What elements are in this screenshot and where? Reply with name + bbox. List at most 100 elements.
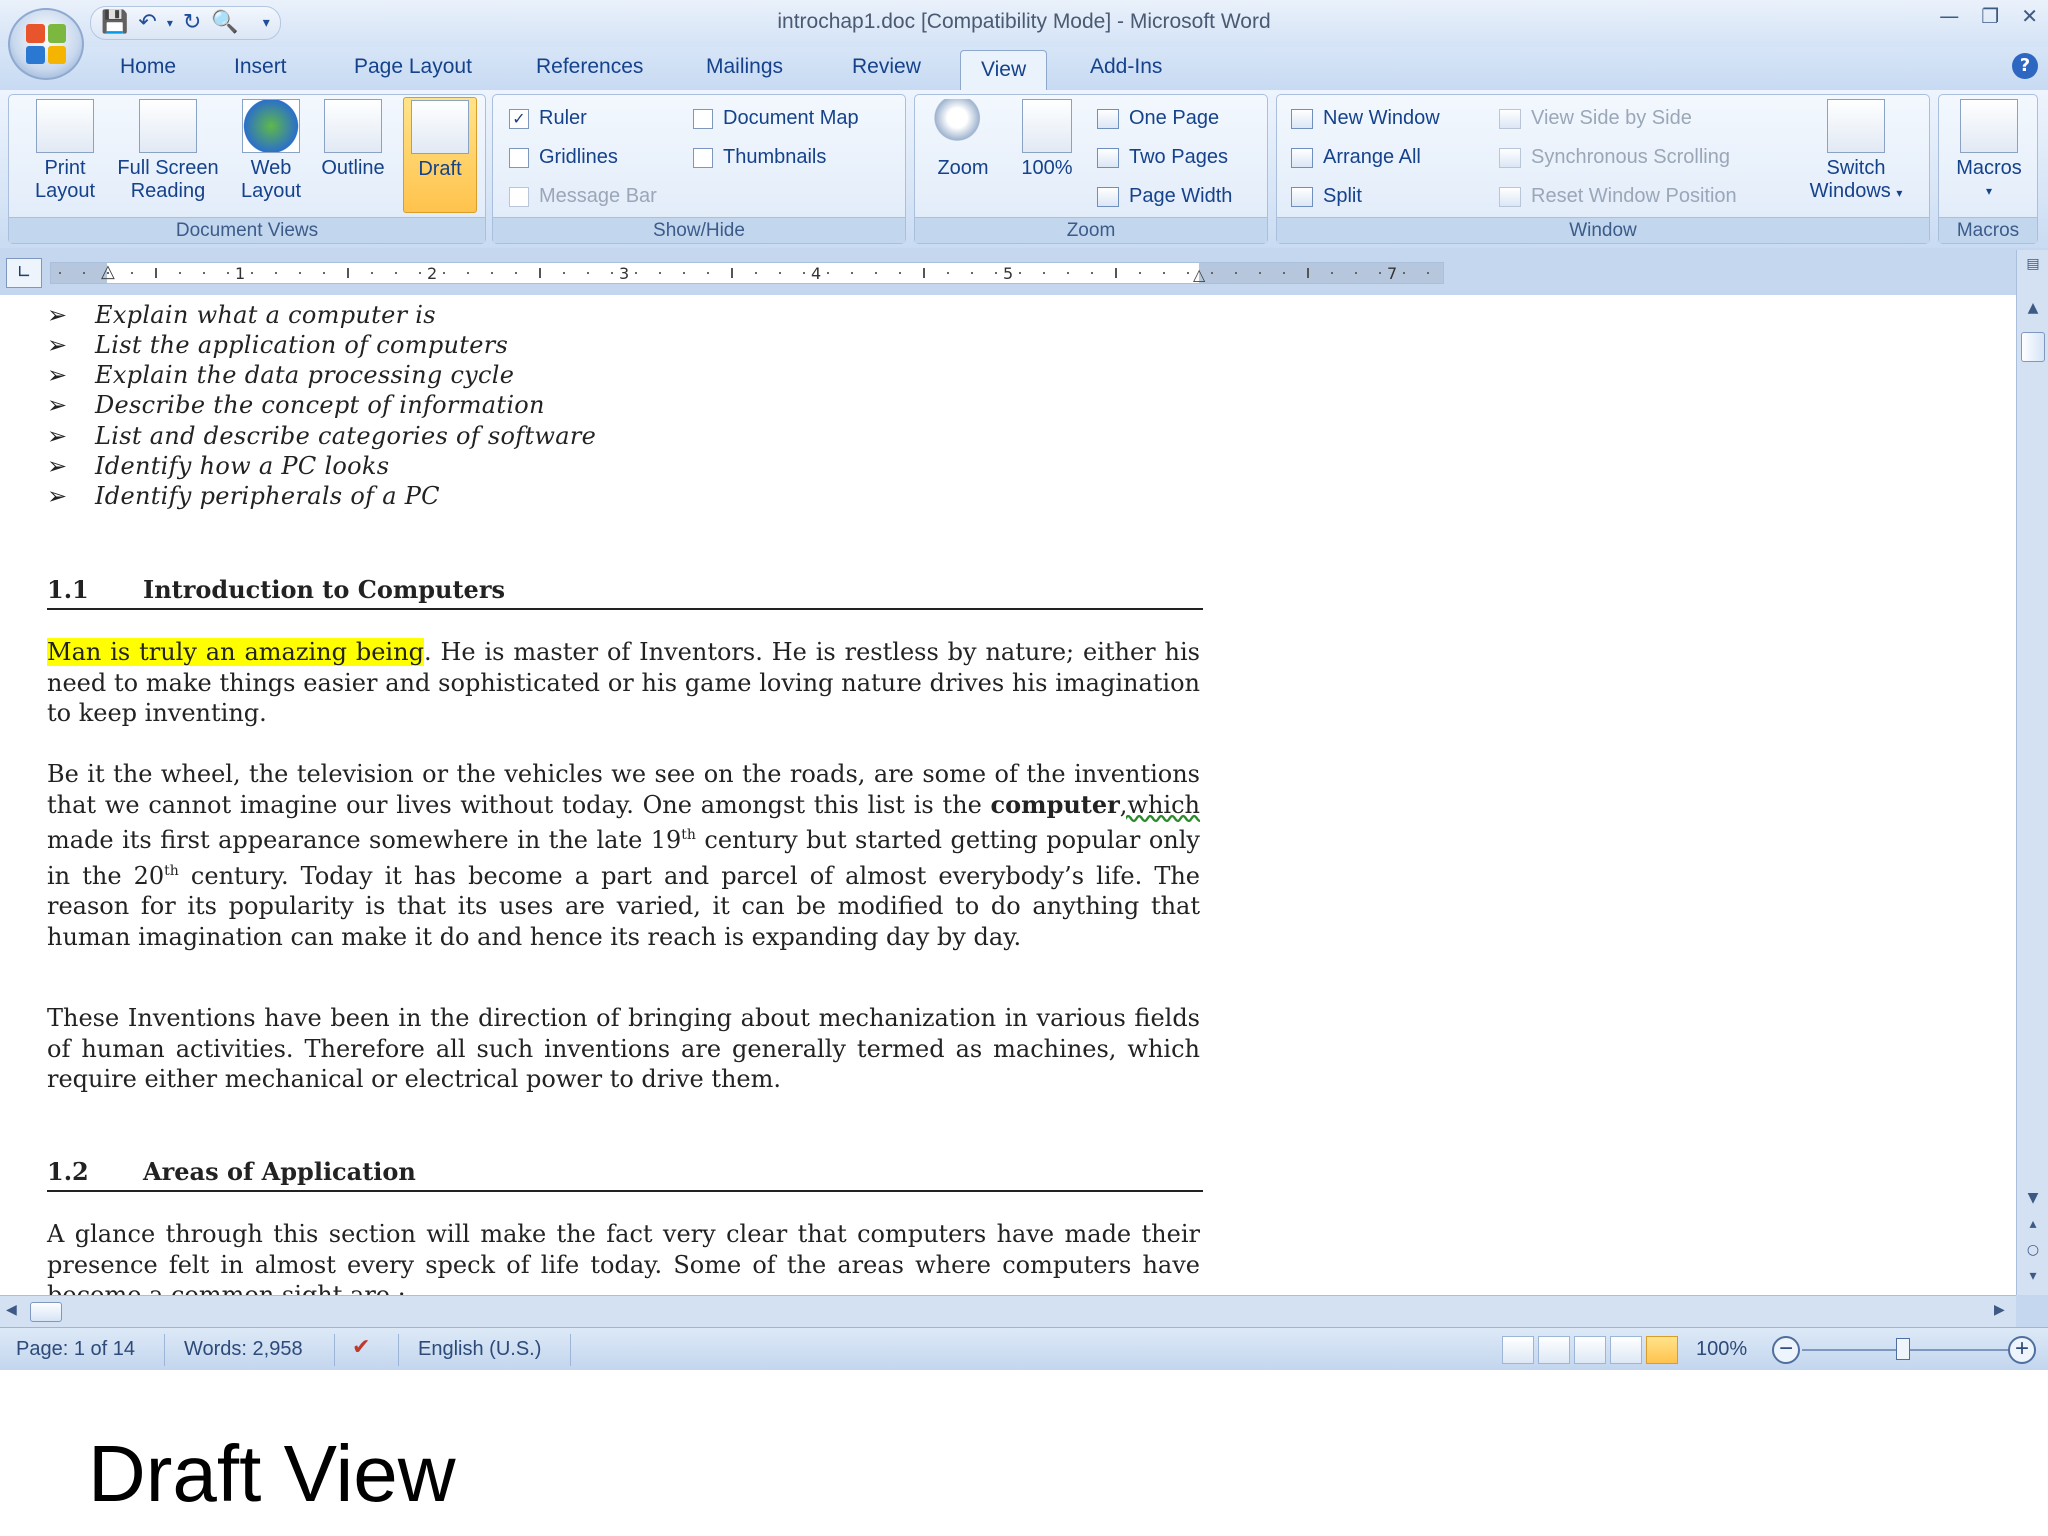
scroll-left-icon[interactable]: ◀ xyxy=(6,1302,17,1318)
draft-button[interactable]: Draft xyxy=(403,97,477,213)
ruler-tick xyxy=(683,272,685,274)
window-controls: — ❐ ✕ xyxy=(1939,4,2038,28)
tab-references[interactable]: References xyxy=(536,55,643,79)
document-map-checkbox[interactable]: Document Map xyxy=(693,107,859,130)
zoom-slider-thumb[interactable] xyxy=(1896,1338,1910,1360)
arrange-all-button[interactable]: Arrange All xyxy=(1291,146,1421,169)
close-icon[interactable]: ✕ xyxy=(2021,4,2038,28)
ruler-tick xyxy=(1115,268,1117,278)
split-icon xyxy=(1291,186,1313,207)
ruler-bar: ∟ △ △ 1 2 3 4 5 7 xyxy=(0,250,2048,295)
zoom-button[interactable]: Zoom xyxy=(923,99,1003,180)
zoom-in-icon[interactable]: + xyxy=(2008,1336,2036,1364)
document-area[interactable]: ➢ Explain what a computer is ➢ List the ap… xyxy=(0,295,2016,1295)
full-screen-reading-button[interactable]: Full Screen Reading xyxy=(103,99,233,203)
document-views-group: Print Layout Full Screen Reading Web Lay… xyxy=(8,94,486,244)
minimize-icon[interactable]: — xyxy=(1939,4,1959,28)
tab-view[interactable]: View xyxy=(960,50,1048,92)
word-count[interactable]: Words: 2,958 xyxy=(184,1338,303,1361)
section-number: 1.1 xyxy=(47,575,89,604)
arrange-all-icon xyxy=(1291,147,1313,168)
print-layout-button[interactable]: Print Layout xyxy=(25,99,105,203)
macros-button[interactable]: Macros ▾ xyxy=(1945,99,2033,203)
undo-icon[interactable]: ↶ xyxy=(138,12,156,34)
split-label: Split xyxy=(1323,185,1362,207)
print-preview-icon[interactable]: 🔍 xyxy=(211,12,238,34)
reset-window-icon xyxy=(1499,186,1521,207)
ruler-tick xyxy=(635,272,637,274)
right-indent-marker-icon[interactable]: △ xyxy=(1193,265,1205,284)
switch-windows-label-1: Switch xyxy=(1826,157,1886,179)
ruler-tick xyxy=(1235,272,1237,274)
reset-window-position-button: Reset Window Position xyxy=(1499,185,1737,208)
proofing-icon[interactable]: ✔ xyxy=(352,1334,370,1360)
ruler-checkbox[interactable]: ✓ Ruler xyxy=(509,107,587,130)
full-screen-reading-view-icon[interactable] xyxy=(1538,1336,1570,1364)
help-icon[interactable]: ? xyxy=(2012,53,2038,79)
section-title: Areas of Application xyxy=(143,1157,416,1186)
tab-selector[interactable]: ∟ xyxy=(6,258,42,288)
redo-icon[interactable]: ↻ xyxy=(183,12,201,34)
ruler-tick xyxy=(299,272,301,274)
save-icon[interactable]: 💾 xyxy=(101,12,128,34)
thumbnails-checkbox[interactable]: Thumbnails xyxy=(693,146,826,169)
two-pages-button[interactable]: Two Pages xyxy=(1097,146,1228,169)
ruler-tick xyxy=(1211,272,1213,274)
select-browse-object-icon[interactable]: ○ xyxy=(2021,1238,2045,1262)
chevron-down-icon: ▾ xyxy=(1985,184,1993,198)
chevron-down-icon[interactable]: ▾ xyxy=(167,17,173,29)
ruler-tick xyxy=(275,272,277,274)
arrow-bullet-icon: ➢ xyxy=(47,391,68,419)
view-ruler-toggle-icon[interactable]: ▤ xyxy=(2021,252,2045,276)
one-page-button[interactable]: One Page xyxy=(1097,107,1219,130)
vertical-scroll-thumb[interactable] xyxy=(2021,332,2045,362)
customize-toolbar-icon[interactable]: ▾ xyxy=(263,16,270,30)
tab-review[interactable]: Review xyxy=(852,55,921,79)
web-layout-button[interactable]: Web Layout xyxy=(231,99,311,203)
switch-windows-button[interactable]: Switch Windows ▾ xyxy=(1795,99,1917,205)
outline-button[interactable]: Outline xyxy=(309,99,397,180)
arrow-bullet-icon: ➢ xyxy=(47,452,68,480)
zoom-out-icon[interactable]: − xyxy=(1772,1336,1800,1364)
zoom-level[interactable]: 100% xyxy=(1696,1338,1747,1361)
page-width-button[interactable]: Page Width xyxy=(1097,185,1232,208)
scroll-down-icon[interactable]: ▼ xyxy=(2021,1186,2045,1210)
tab-insert[interactable]: Insert xyxy=(234,55,287,79)
tab-home[interactable]: Home xyxy=(120,55,176,79)
web-layout-view-icon[interactable] xyxy=(1574,1336,1606,1364)
zoom-100-button[interactable]: 100% xyxy=(1007,99,1087,180)
paragraph: Man is truly an amazing being. He is mas… xyxy=(47,637,1200,729)
message-bar-checkbox: Message Bar xyxy=(509,185,657,208)
arrow-bullet-icon: ➢ xyxy=(47,422,68,450)
split-button[interactable]: Split xyxy=(1291,185,1362,208)
title-bar: introchap1.doc [Compatibility Mode] - Mi… xyxy=(0,0,2048,47)
horizontal-scroll-thumb[interactable] xyxy=(30,1302,62,1322)
page-count[interactable]: Page: 1 of 14 xyxy=(16,1338,135,1361)
next-page-icon[interactable]: ▾ xyxy=(2021,1264,2045,1288)
show-hide-label: Show/Hide xyxy=(493,217,905,243)
tab-page-layout[interactable]: Page Layout xyxy=(354,55,472,79)
tab-add-ins[interactable]: Add-Ins xyxy=(1090,55,1162,79)
new-window-button[interactable]: New Window xyxy=(1291,107,1440,130)
paragraph: A glance through this section will make … xyxy=(47,1220,1200,1295)
outline-view-icon[interactable] xyxy=(1610,1336,1642,1364)
scroll-up-icon[interactable]: ▲ xyxy=(2021,296,2045,320)
previous-page-icon[interactable]: ▴ xyxy=(2021,1212,2045,1236)
horizontal-ruler[interactable]: △ △ 1 2 3 4 5 7 xyxy=(50,261,1444,284)
ruler-tick xyxy=(803,272,805,274)
ruler-number: 2 xyxy=(427,264,438,283)
scroll-right-icon[interactable]: ▶ xyxy=(1994,1302,2005,1318)
horizontal-scrollbar[interactable]: ◀ ▶ xyxy=(0,1295,2016,1327)
print-layout-view-icon[interactable] xyxy=(1502,1336,1534,1364)
web-layout-label-1: Web xyxy=(250,157,292,179)
divider xyxy=(570,1334,571,1366)
vertical-scrollbar[interactable]: ▤ ▲ ▼ ▴ ○ ▾ xyxy=(2016,250,2048,1295)
gridlines-checkbox[interactable]: Gridlines xyxy=(509,146,618,169)
office-button[interactable] xyxy=(8,8,84,80)
draft-view-icon[interactable] xyxy=(1646,1336,1678,1364)
language[interactable]: English (U.S.) xyxy=(418,1338,541,1361)
ruler-tick xyxy=(1067,272,1069,274)
objective-item: ➢ Explain the data processing cycle xyxy=(47,361,514,389)
restore-icon[interactable]: ❐ xyxy=(1981,4,1999,28)
tab-mailings[interactable]: Mailings xyxy=(706,55,783,79)
